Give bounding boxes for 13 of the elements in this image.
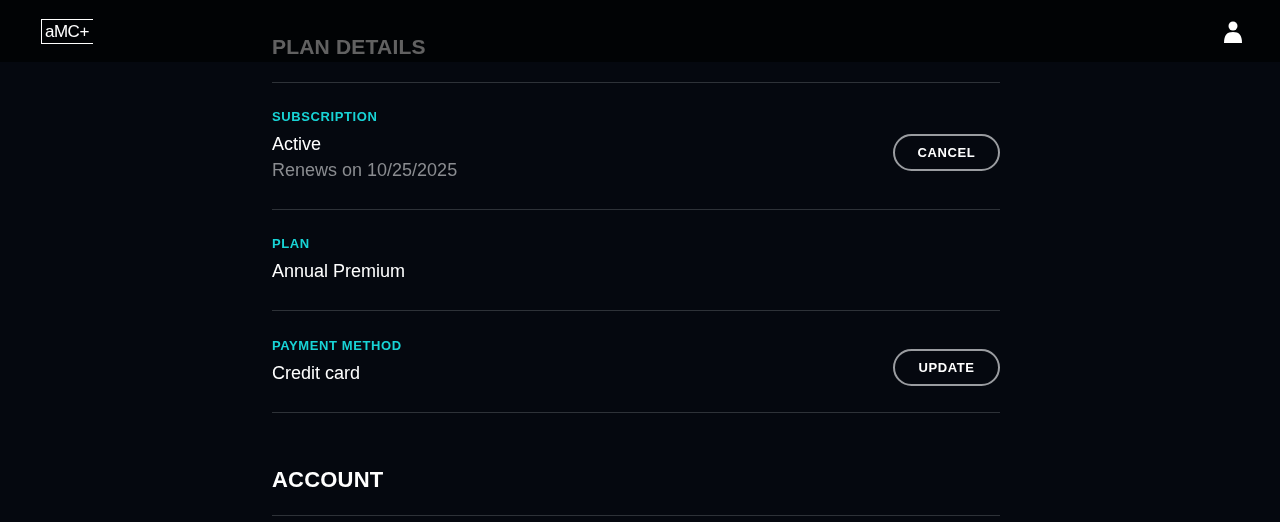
field-value: Annual Premium <box>272 260 406 283</box>
field-value: Active <box>272 133 322 156</box>
field-label: PAYMENT METHOD <box>272 337 402 354</box>
user-icon[interactable] <box>1224 21 1242 43</box>
renewal-note: Renews on 10/25/2025 <box>272 159 458 182</box>
logo[interactable]: aMC+ <box>41 19 93 44</box>
section-heading: ACCOUNT <box>272 466 384 494</box>
action-button[interactable]: CANCEL <box>893 133 1000 171</box>
field-label: PLAN <box>272 236 310 252</box>
field-label: SUBSCRIPTION <box>272 109 378 125</box>
section-heading: PLAN DETAILS <box>272 34 426 60</box>
action-button[interactable]: UPDATE <box>893 349 1000 386</box>
field-value: Credit card <box>272 361 361 385</box>
